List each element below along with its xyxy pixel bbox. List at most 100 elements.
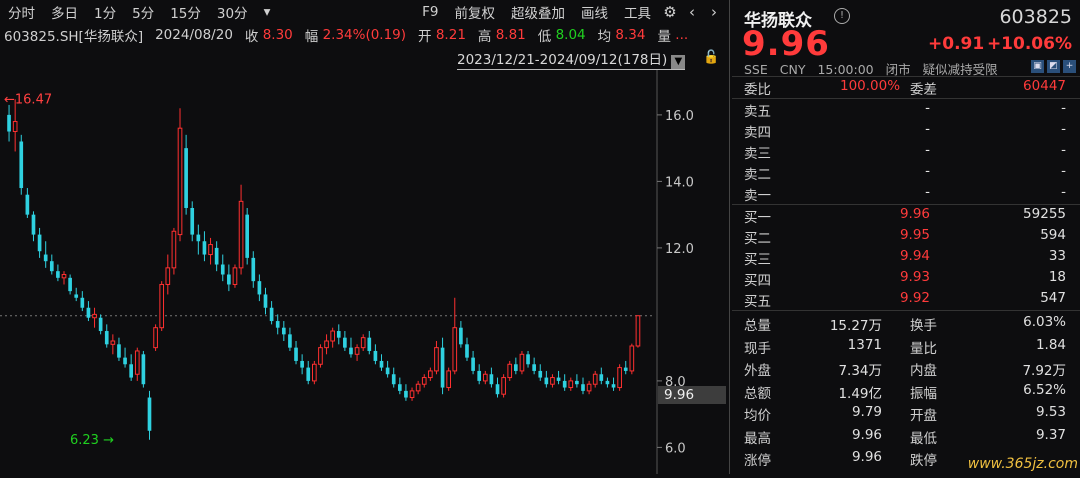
range-dropdown-icon[interactable]: ▼ [671,55,686,69]
candle-body [306,367,311,381]
bid-row-3[interactable]: 买四 9.93 18 [732,269,1080,289]
panel-icon-1[interactable]: ▣ [1031,60,1044,73]
market-status: 闭市 [885,62,911,77]
date-range-text: 2023/12/21-2024/09/12(178日) [457,52,668,68]
tool-item-1[interactable]: 前复权 [447,2,504,22]
restriction-note: 疑似减持受限 [922,62,998,77]
stat-row-5: 最高 9.96 最低 9.37 [732,427,1080,447]
tool-item-0[interactable]: F9 [414,4,446,20]
ask-row-1[interactable]: 卖四 - - [732,121,1080,141]
stat-label: 换手 [910,318,937,334]
candle-body [556,377,561,381]
chevron-right-icon[interactable]: › [703,3,725,21]
bid-row-2[interactable]: 买三 9.94 33 [732,248,1080,268]
gear-icon[interactable]: ⚙ [659,3,681,21]
candle-body [330,330,335,342]
max-price-marker: ←16.47 [4,92,52,107]
bid-row-0[interactable]: 买一 9.96 59255 [732,206,1080,226]
candle-body [275,321,280,328]
candle-body [214,247,219,265]
tool-item-3[interactable]: 画线 [573,2,616,22]
book-label: 买四 [744,273,771,289]
lock-icon[interactable]: 🔓 [703,50,719,65]
date-range-selector[interactable]: 2023/12/21-2024/09/12(178日) ▼ [457,48,686,70]
high-label: 高 [477,29,492,45]
candle-body [269,307,274,322]
candle-body [550,377,555,385]
period-tab-0[interactable]: 分时 [0,2,43,22]
stat-label: 跌停 [910,453,937,469]
candle-body [360,337,366,349]
low-value: 8.04 [555,27,586,43]
tool-item-4[interactable]: 工具 [616,2,659,22]
avg-label: 均 [597,29,612,45]
candle-body [251,257,256,282]
candle-body [385,367,390,375]
ask-row-0[interactable]: 卖五 - - [732,100,1080,120]
y-tick-label: 12.0 [665,242,694,257]
candle-body [227,274,231,285]
book-price: 9.94 [899,248,930,264]
candle-body [440,347,445,388]
currency: CNY [779,62,806,77]
candle-body [526,354,530,365]
panel-icon-2[interactable]: ◩ [1047,60,1060,73]
tool-item-2[interactable]: 超级叠加 [503,2,573,22]
ask-row-4[interactable]: 卖一 - - [732,184,1080,204]
candle-body [196,234,201,242]
symbol-label: 603825.SH[华扬联众] [4,29,144,45]
stat-label: 振幅 [910,385,937,402]
period-tab-2[interactable]: 1分 [86,2,124,22]
dropdown-caret-icon[interactable]: ▾ [256,4,279,20]
bid-row-4[interactable]: 买五 9.92 547 [732,290,1080,310]
candle-body [519,353,525,372]
info-icon[interactable]: ! [834,8,850,24]
stat-label: 最高 [744,430,771,447]
stat-value: 7.92万 [1022,363,1066,379]
candle-body [367,337,372,351]
stat-label: 内盘 [910,363,937,379]
book-label: 卖五 [744,104,771,120]
stat-value: 9.96 [851,449,882,465]
stat-value: 6.03% [1023,314,1066,330]
period-tab-3[interactable]: 5分 [124,2,162,22]
stat-row-1: 现手 1371 量比 1.84 [732,337,1080,357]
vol-label: 量 [657,29,671,45]
period-tab-1[interactable]: 多日 [43,2,86,22]
candle-body [629,345,635,372]
quote-panel: 华扬联众 ! 603825 9.96 +0.91 +10.06% SSE CNY… [732,0,1080,474]
chevron-left-icon[interactable]: ‹ [681,3,703,21]
stat-label: 总额 [744,385,771,402]
panel-icon-add[interactable]: + [1063,60,1076,73]
candle-body [245,214,250,258]
candle-body [257,281,262,295]
book-price: - [925,163,930,179]
book-volume: - [1061,142,1066,158]
stat-value: 9.37 [1035,426,1066,443]
divider-line [732,310,1080,311]
book-volume: 33 [1048,248,1066,264]
stat-label: 最低 [910,430,937,447]
period-tab-4[interactable]: 15分 [162,2,209,22]
candle-body [208,244,213,256]
bid-row-1[interactable]: 买二 9.95 594 [732,227,1080,247]
book-volume: - [1061,163,1066,179]
candlestick-chart[interactable]: 16.0 14.0 12.0 8.0 6.0 ←16.47 6.23 → 9.96 [0,70,726,474]
ask-row-3[interactable]: 卖二 - - [732,163,1080,183]
period-tabs: 分时 多日 1分 5分 15分 30分 [0,2,256,22]
candle-body [238,200,244,269]
candle-body [92,313,97,319]
book-label: 买五 [744,294,771,310]
book-price: 9.92 [899,290,930,306]
ask-row-2[interactable]: 卖三 - - [732,142,1080,162]
candle-body [312,363,317,382]
price-change: +0.91 [928,34,985,54]
market: SSE [744,62,768,77]
book-volume: 594 [1040,227,1066,243]
candle-body [489,374,494,385]
stat-label: 涨停 [744,453,771,469]
candle-body [171,230,177,269]
candle-body [153,327,158,349]
period-tab-5[interactable]: 30分 [209,2,256,22]
book-price: - [925,142,930,158]
